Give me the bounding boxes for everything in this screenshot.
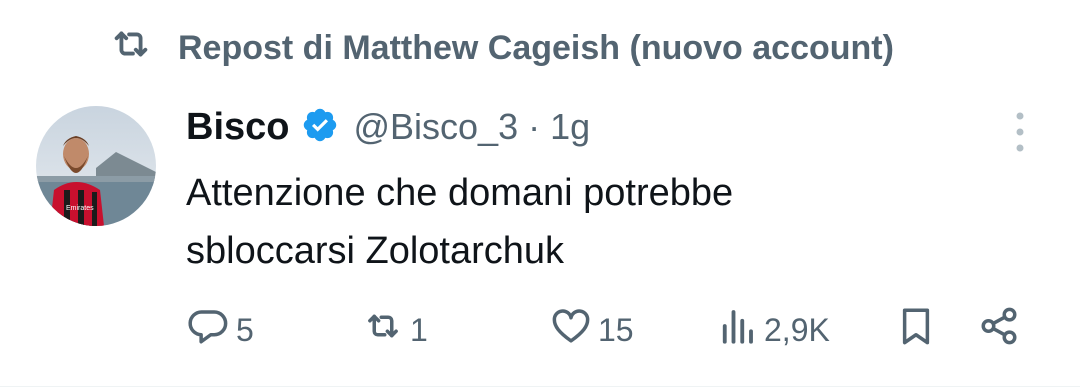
views-icon <box>716 305 758 355</box>
more-options-icon[interactable] <box>1008 110 1032 154</box>
repost-label: Repost di Matthew Cageish (nuovo account… <box>178 28 894 67</box>
divider <box>0 386 1080 387</box>
bookmark-icon <box>895 305 937 355</box>
separator-dot: · <box>528 106 541 147</box>
reply-icon <box>188 305 230 355</box>
reply-button[interactable]: 5 <box>188 305 254 355</box>
like-count: 15 <box>598 311 634 348</box>
tweet-text-line: sbloccarsi Zolotarchuk <box>186 230 565 272</box>
tweet-actions: 5 1 15 2,9K <box>0 305 1080 355</box>
verified-badge-icon <box>289 106 353 149</box>
author-handle[interactable]: @Bisco_3 <box>353 106 518 148</box>
repost-button[interactable]: 1 <box>362 305 428 355</box>
reply-count: 5 <box>236 311 254 348</box>
tweet-timestamp[interactable]: 1g <box>550 106 590 148</box>
repost-context[interactable]: Repost di Matthew Cageish (nuovo account… <box>108 24 894 72</box>
tweet-text: Attenzione che domani potrebbe sbloccars… <box>186 164 986 280</box>
tweet-text-line: Attenzione che domani potrebbe <box>186 172 734 214</box>
share-icon <box>978 305 1020 355</box>
like-button[interactable]: 15 <box>550 305 634 355</box>
avatar[interactable]: Emirates <box>36 106 156 226</box>
tweet-header: Bisco @Bisco_3 · 1g <box>186 102 590 152</box>
repost-count: 1 <box>410 311 428 348</box>
heart-icon <box>550 305 592 355</box>
svg-text:Emirates: Emirates <box>66 205 94 212</box>
repost-icon <box>362 305 404 355</box>
bookmark-button[interactable] <box>895 305 937 355</box>
repost-icon <box>108 21 154 76</box>
views-button[interactable]: 2,9K <box>716 305 830 355</box>
share-button[interactable] <box>978 305 1020 355</box>
views-count: 2,9K <box>764 311 830 348</box>
author-name[interactable]: Bisco <box>186 106 289 149</box>
